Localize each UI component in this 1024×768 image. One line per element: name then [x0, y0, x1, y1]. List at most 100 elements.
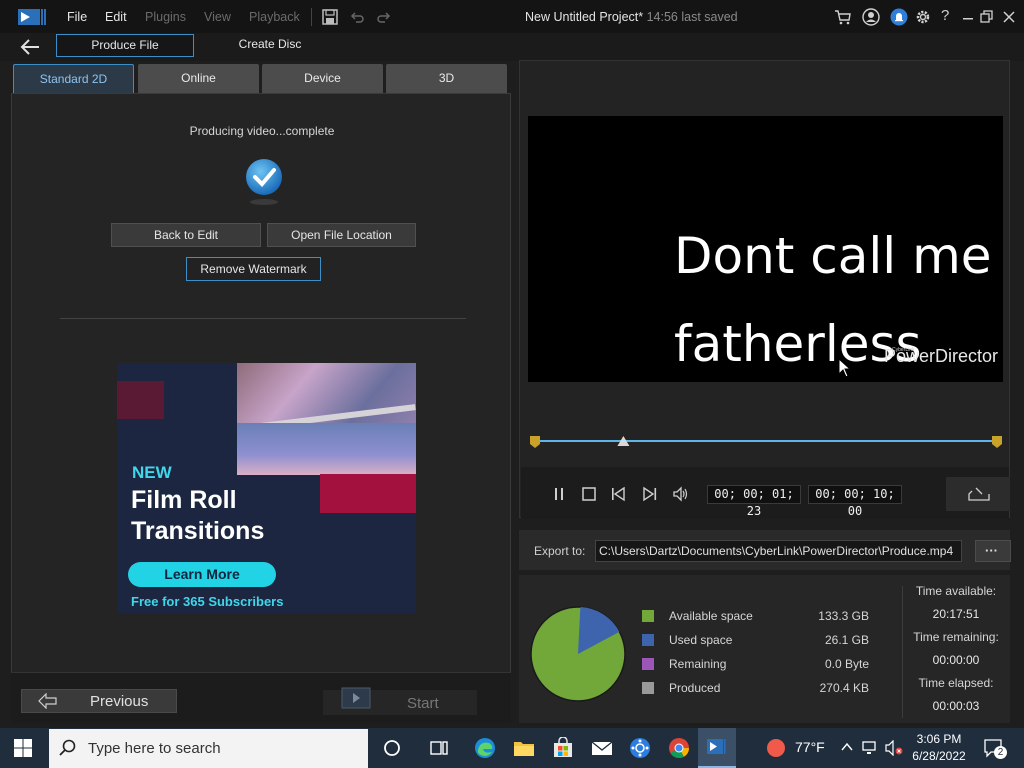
- undo-icon[interactable]: [348, 8, 366, 26]
- edge-browser-icon[interactable]: [474, 737, 496, 759]
- time-available-value: 20:17:51: [932, 607, 980, 621]
- start-button[interactable]: Start: [323, 687, 477, 715]
- network-icon[interactable]: [862, 740, 880, 756]
- powerdirector-taskbar-button[interactable]: [698, 728, 736, 768]
- open-file-location-button[interactable]: Open File Location: [267, 223, 416, 247]
- menu-edit[interactable]: Edit: [105, 10, 127, 24]
- learn-more-button[interactable]: Learn More: [128, 562, 276, 587]
- scrub-track: [536, 440, 996, 442]
- clock-date: 6/28/2022: [912, 749, 966, 763]
- app-hub-icon[interactable]: [629, 737, 651, 759]
- file-explorer-icon[interactable]: [513, 737, 535, 759]
- ad-decor-block: [320, 474, 416, 513]
- mail-icon[interactable]: [591, 737, 613, 759]
- user-icon[interactable]: [862, 8, 880, 26]
- action-center-button[interactable]: 2: [983, 737, 1007, 759]
- export-path-field[interactable]: C:\Users\Dartz\Documents\CyberLink\Power…: [595, 540, 962, 562]
- menu-playback[interactable]: Playback: [249, 10, 300, 24]
- volume-muted-icon[interactable]: [884, 740, 904, 756]
- tab-online[interactable]: Online: [138, 64, 259, 93]
- minimize-icon[interactable]: [959, 8, 977, 26]
- microsoft-store-icon[interactable]: [552, 737, 574, 759]
- volume-icon[interactable]: [672, 486, 690, 502]
- legend-swatch: [642, 610, 654, 622]
- caption-line2: fatherless: [674, 315, 922, 373]
- timecode-total: 00; 00; 10; 00: [808, 485, 902, 518]
- legend-value: 270.4 KB: [819, 681, 869, 695]
- produce-panel: Producing video...complete Back to Edit …: [11, 93, 511, 723]
- chevron-up-icon[interactable]: [840, 740, 854, 754]
- time-remaining-label: Time remaining:: [913, 630, 999, 644]
- previous-label: Previous: [90, 693, 149, 710]
- tab-3d[interactable]: 3D: [386, 64, 507, 93]
- windows-start-icon[interactable]: [13, 738, 33, 758]
- pause-icon[interactable]: [550, 486, 568, 502]
- project-name: New Untitled Project*: [525, 10, 644, 24]
- taskbar-search[interactable]: Type here to search: [49, 729, 368, 768]
- save-icon[interactable]: [321, 8, 339, 26]
- cart-icon[interactable]: [834, 8, 852, 26]
- notification-icon[interactable]: [890, 8, 908, 26]
- powerdirector-logo-icon: [18, 9, 46, 25]
- restore-icon[interactable]: [978, 8, 996, 26]
- ad-headline: Film Roll Transitions: [131, 485, 264, 547]
- time-elapsed-label: Time elapsed:: [918, 676, 994, 690]
- time-available-label: Time available:: [915, 584, 997, 598]
- export-label: Export to:: [534, 544, 586, 558]
- task-view-icon[interactable]: [428, 737, 450, 759]
- project-title: New Untitled Project* 14:56 last saved: [525, 10, 738, 24]
- previous-button[interactable]: Previous: [21, 689, 177, 713]
- legend-name: Available space: [669, 609, 753, 623]
- legend-value: 133.3 GB: [818, 609, 869, 623]
- gear-icon[interactable]: [914, 8, 932, 26]
- previous-frame-icon[interactable]: [610, 486, 628, 502]
- tab-device[interactable]: Device: [262, 64, 383, 93]
- ad-decor-block: [117, 381, 164, 419]
- redo-icon[interactable]: [375, 8, 393, 26]
- panel-divider: [60, 318, 466, 319]
- ad-subtext: Free for 365 Subscribers: [131, 594, 284, 609]
- powerdirector-watermark: PowerDirector: [884, 346, 999, 366]
- back-arrow-icon[interactable]: [19, 38, 41, 56]
- remove-watermark-button[interactable]: Remove Watermark: [186, 257, 321, 281]
- cortana-icon[interactable]: [381, 737, 403, 759]
- next-frame-icon[interactable]: [640, 486, 658, 502]
- menu-file[interactable]: File: [67, 10, 87, 24]
- produce-status: Producing video...complete: [189, 124, 335, 138]
- weather-icon[interactable]: [765, 737, 787, 759]
- snapshot-button[interactable]: [946, 477, 1010, 511]
- tab-standard-2d[interactable]: Standard 2D: [13, 64, 134, 93]
- legend-value: 26.1 GB: [824, 633, 869, 647]
- ad-image-bottom: [237, 423, 416, 475]
- legend-name: Used space: [669, 633, 733, 647]
- legend-name: Remaining: [669, 657, 727, 671]
- weather-temperature[interactable]: 77°F: [795, 739, 825, 755]
- ad-banner[interactable]: NEW Film Roll Transitions Learn More Fre…: [117, 363, 416, 613]
- taskbar-clock[interactable]: 3:06 PM 6/28/2022: [907, 731, 971, 765]
- snapshot-icon: [968, 487, 990, 501]
- legend-name: Produced: [669, 681, 721, 695]
- caption-line1: Dont call me: [674, 227, 992, 285]
- back-to-edit-button[interactable]: Back to Edit: [111, 223, 261, 247]
- ad-badge: NEW: [132, 463, 172, 482]
- menu-plugins[interactable]: Plugins: [145, 10, 186, 24]
- legend-value: 0.0 Byte: [824, 657, 869, 671]
- time-elapsed-value: 00:00:03: [932, 699, 980, 713]
- mark-in-handle[interactable]: [530, 436, 540, 448]
- timecode-current[interactable]: 00; 00; 01; 23: [707, 485, 801, 518]
- create-disc-button[interactable]: Create Disc: [215, 34, 325, 57]
- menu-view[interactable]: View: [204, 10, 231, 24]
- more-dots-icon: ···: [985, 543, 998, 558]
- browse-more-button[interactable]: ···: [975, 540, 1011, 562]
- notification-count-badge: 2: [994, 746, 1007, 759]
- produce-file-button[interactable]: Produce File: [56, 34, 194, 57]
- stop-icon[interactable]: [580, 486, 598, 502]
- help-icon[interactable]: ?: [941, 7, 949, 24]
- search-placeholder: Type here to search: [88, 740, 221, 757]
- start-label: Start: [407, 695, 439, 712]
- video-preview[interactable]: Dont call me fatherless CyberLink PowerD…: [528, 116, 1003, 382]
- chrome-icon[interactable]: [668, 737, 690, 759]
- close-icon[interactable]: [1000, 8, 1018, 26]
- mark-out-handle[interactable]: [992, 436, 1002, 448]
- preview-scrubber[interactable]: [530, 434, 1002, 450]
